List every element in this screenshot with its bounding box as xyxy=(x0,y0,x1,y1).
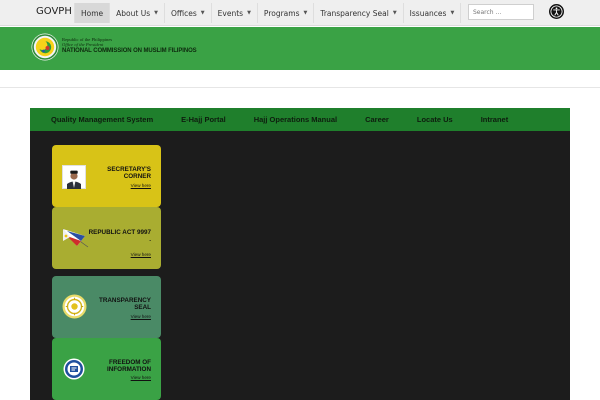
nav-programs[interactable]: Programs ▼ xyxy=(256,3,313,23)
card-title: SECRETARY'S CORNER xyxy=(107,166,151,180)
header-line-agency[interactable]: NATIONAL COMMISSION ON MUSLIM FILIPINOS xyxy=(62,47,197,56)
nav-about-us[interactable]: About Us ▼ xyxy=(109,3,164,23)
card-title-line: FREEDOM OF xyxy=(109,359,151,366)
chevron-down-icon: ▼ xyxy=(247,10,251,16)
chevron-down-icon: ▼ xyxy=(450,10,455,16)
nav-label: Home xyxy=(81,8,104,18)
nav-offices[interactable]: Offices ▼ xyxy=(163,3,211,23)
ncmf-seal-icon[interactable] xyxy=(31,33,59,61)
foi-icon xyxy=(63,358,85,380)
nav-label: Issuances xyxy=(409,8,447,18)
card-title-line: . xyxy=(149,236,151,243)
card-title: REPUBLIC ACT 9997 . xyxy=(89,229,151,243)
nav-issuances[interactable]: Issuances ▼ xyxy=(402,3,462,23)
view-here-link[interactable]: View here xyxy=(131,375,151,380)
menu-item-career[interactable]: Career xyxy=(365,115,389,124)
menu-item-intranet[interactable]: Intranet xyxy=(481,115,509,124)
card-title-line: CORNER xyxy=(123,173,151,180)
view-here-link[interactable]: View here xyxy=(131,183,151,188)
nav-home[interactable]: Home xyxy=(74,3,110,23)
card-title-line: SEAL xyxy=(134,304,151,311)
accessibility-icon[interactable] xyxy=(549,4,564,19)
search-input[interactable] xyxy=(468,4,534,20)
menu-item-locate-us[interactable]: Locate Us xyxy=(417,115,453,124)
main-nav: Home About Us ▼ Offices ▼ Events ▼ Programs… xyxy=(74,3,462,23)
card-transparency-seal[interactable]: TRANSPARENCY SEAL View here xyxy=(52,276,161,338)
menu-item-hajj-manual[interactable]: Hajj Operations Manual xyxy=(254,115,337,124)
nav-transparency-seal[interactable]: Transparency Seal ▼ xyxy=(313,3,402,23)
top-bar: GOVPH Home About Us ▼ Offices ▼ Events ▼ Pr… xyxy=(0,0,600,26)
card-republic-act-9997[interactable]: REPUBLIC ACT 9997 . View here xyxy=(52,207,161,269)
chevron-down-icon: ▼ xyxy=(303,10,308,16)
card-freedom-of-information[interactable]: FREEDOM OF INFORMATION View here xyxy=(52,338,161,400)
nav-label: Offices xyxy=(170,8,197,18)
transparency-seal-icon xyxy=(62,294,87,319)
card-title-line: REPUBLIC ACT 9997 xyxy=(88,229,151,236)
accessibility-figure xyxy=(550,5,563,18)
view-here-link[interactable]: View here xyxy=(131,252,151,257)
menu-item-qms[interactable]: Quality Management System xyxy=(51,115,153,124)
header-divider xyxy=(0,70,600,88)
nav-label: Events xyxy=(217,8,244,18)
nav-events[interactable]: Events ▼ xyxy=(210,3,257,23)
site-header: Republic of the Philippines Office of th… xyxy=(0,27,600,70)
nav-label: About Us xyxy=(116,8,151,18)
view-here-link[interactable]: View here xyxy=(131,314,151,319)
chevron-down-icon: ▼ xyxy=(154,10,158,16)
govph-brand[interactable]: GOVPH xyxy=(36,6,72,17)
portrait-icon xyxy=(62,165,86,189)
chevron-down-icon: ▼ xyxy=(200,10,205,16)
card-title: TRANSPARENCY SEAL xyxy=(99,297,151,311)
nav-label: Transparency Seal xyxy=(320,8,389,18)
card-title-line: INFORMATION xyxy=(107,366,151,373)
card-title-line: SECRETARY'S xyxy=(107,166,151,173)
header-title-block: Republic of the Philippines Office of th… xyxy=(62,37,197,56)
card-title-line: TRANSPARENCY xyxy=(98,297,151,304)
menu-item-ehajj[interactable]: E-Hajj Portal xyxy=(181,115,226,124)
chevron-down-icon: ▼ xyxy=(392,10,397,16)
card-title: FREEDOM OF INFORMATION xyxy=(107,359,151,373)
card-secretarys-corner[interactable]: SECRETARY'S CORNER View here xyxy=(52,145,161,207)
nav-label: Programs xyxy=(263,8,300,18)
secondary-menu: Quality Management System E-Hajj Portal … xyxy=(30,108,570,131)
flag-icon xyxy=(62,228,89,248)
